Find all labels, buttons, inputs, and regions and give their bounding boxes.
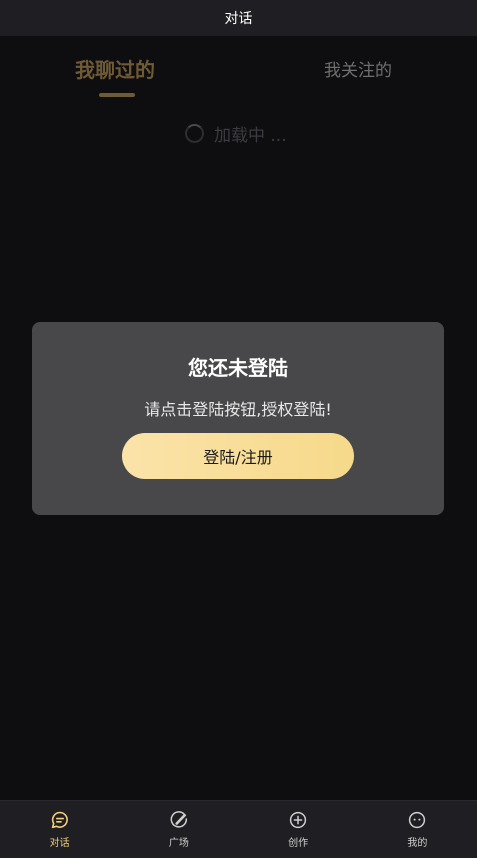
app-header: 对话 (0, 0, 477, 36)
nav-label-chat: 对话 (49, 838, 70, 849)
nav-item-plaza[interactable]: 广场 (119, 801, 238, 858)
login-register-button[interactable]: 登陆/注册 (122, 433, 354, 479)
create-plus-icon (289, 811, 307, 829)
loading-text: 加载中 ... (214, 125, 287, 146)
plaza-icon (170, 811, 187, 828)
tab-bar: 我聊过的 我关注的 (0, 36, 477, 106)
chat-bubble-icon (51, 811, 68, 829)
nav-label-plaza: 广场 (168, 838, 189, 849)
modal-message: 请点击登陆按钮,授权登陆! (144, 400, 332, 419)
tab-following[interactable]: 我关注的 (324, 56, 392, 81)
active-tab-indicator (99, 93, 135, 97)
modal-title: 您还未登陆 (188, 356, 288, 380)
bottom-nav: 对话 广场 创作 我的 (0, 800, 477, 858)
loading-indicator: 加载中 ... (185, 120, 287, 146)
profile-face-icon (409, 811, 426, 829)
page-title: 对话 (224, 11, 253, 27)
login-modal: 您还未登陆 请点击登陆按钮,授权登陆! 登陆/注册 (32, 322, 444, 515)
nav-item-create[interactable]: 创作 (239, 801, 358, 858)
nav-label-profile: 我的 (407, 838, 428, 849)
nav-item-chat[interactable]: 对话 (0, 801, 119, 858)
tab-chatted[interactable]: 我聊过的 (75, 54, 155, 83)
nav-label-create: 创作 (288, 838, 309, 849)
nav-item-profile[interactable]: 我的 (358, 801, 477, 858)
spinner-icon (185, 123, 204, 143)
